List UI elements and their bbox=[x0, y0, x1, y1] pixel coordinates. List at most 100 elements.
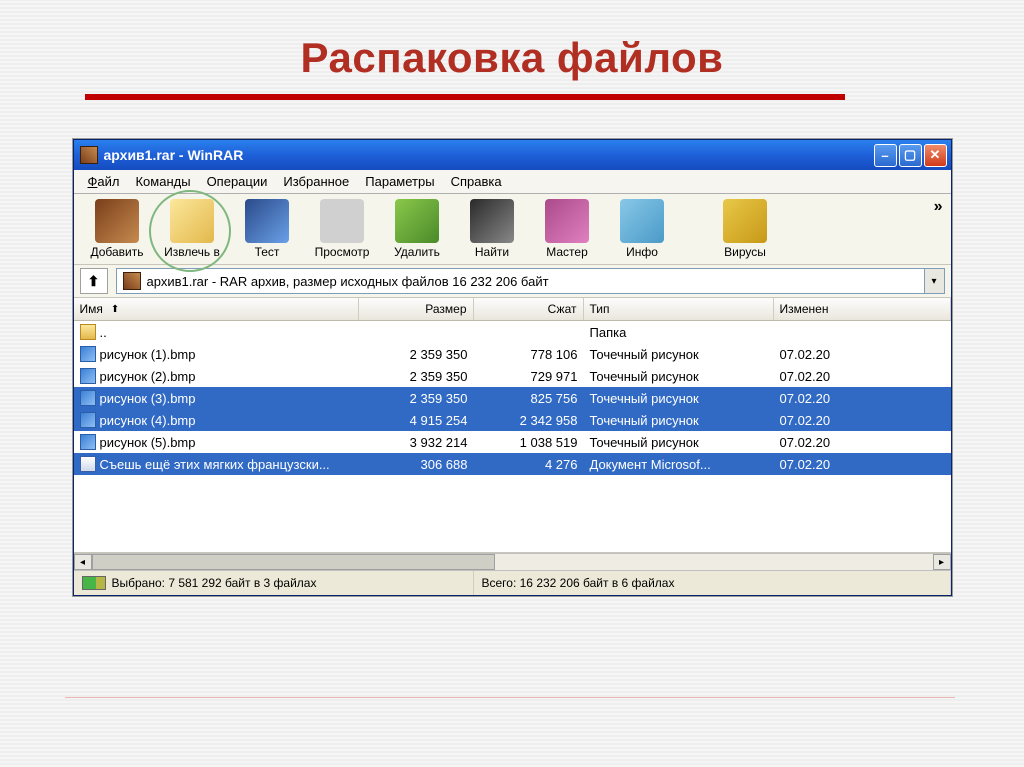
col-type[interactable]: Тип bbox=[584, 298, 774, 320]
maximize-button[interactable]: ▢ bbox=[899, 144, 922, 167]
toolbar-test-label: Тест bbox=[230, 245, 305, 259]
toolbar-add[interactable]: Добавить bbox=[80, 197, 155, 261]
menu-operations[interactable]: Операции bbox=[199, 171, 276, 192]
view-icon bbox=[320, 199, 364, 243]
toolbar-virus-label: Вирусы bbox=[708, 245, 783, 259]
toolbar-delete[interactable]: Удалить bbox=[380, 197, 455, 261]
menu-favorites-label: Избранное bbox=[283, 174, 349, 189]
sort-indicator-icon: ⬆ bbox=[111, 304, 119, 315]
scroll-track[interactable] bbox=[92, 554, 933, 570]
file-date: 07.02.20 bbox=[774, 413, 951, 428]
scroll-thumb[interactable] bbox=[92, 554, 496, 570]
col-name[interactable]: Имя ⬆ bbox=[74, 298, 359, 320]
toolbar: Добавить Извлечь в Тест Просмотр Удалить… bbox=[74, 194, 951, 265]
archive-icon bbox=[123, 272, 141, 290]
table-row[interactable]: рисунок (3).bmp 2 359 350825 756Точечный … bbox=[74, 387, 951, 409]
statusbar: Выбрано: 7 581 292 байт в 3 файлах Всего… bbox=[74, 571, 951, 595]
file-packed: 4 276 bbox=[474, 457, 584, 472]
table-row[interactable]: ..Папка bbox=[74, 321, 951, 343]
table-row[interactable]: рисунок (1).bmp 2 359 350778 106Точечный … bbox=[74, 343, 951, 365]
file-name: рисунок (1).bmp bbox=[100, 347, 196, 362]
file-name: рисунок (3).bmp bbox=[100, 391, 196, 406]
toolbar-extract[interactable]: Извлечь в bbox=[155, 197, 230, 261]
virus-icon bbox=[723, 199, 767, 243]
menu-commands[interactable]: Команды bbox=[127, 171, 198, 192]
toolbar-wizard-label: Мастер bbox=[530, 245, 605, 259]
scroll-right-button[interactable]: ▸ bbox=[933, 554, 951, 570]
file-date: 07.02.20 bbox=[774, 369, 951, 384]
col-name-label: Имя bbox=[80, 302, 103, 316]
file-date: 07.02.20 bbox=[774, 457, 951, 472]
menu-help[interactable]: Справка bbox=[443, 171, 510, 192]
table-row[interactable]: рисунок (2).bmp2 359 350729 971Точечный … bbox=[74, 365, 951, 387]
file-icon bbox=[80, 324, 96, 340]
find-icon bbox=[470, 199, 514, 243]
file-list[interactable]: ..Папкарисунок (1).bmp2 359 350778 106То… bbox=[74, 321, 951, 553]
file-packed: 2 342 958 bbox=[474, 413, 584, 428]
file-type: Точечный рисунок bbox=[584, 413, 774, 428]
minimize-button[interactable]: – bbox=[874, 144, 897, 167]
table-row[interactable]: рисунок (5).bmp 3 932 2141 038 519Точечны… bbox=[74, 431, 951, 453]
menu-favorites[interactable]: Избранное bbox=[275, 171, 357, 192]
file-icon bbox=[80, 368, 96, 384]
window-frame: архив1.rar - WinRAR – ▢ ✕ Файл Команды О… bbox=[72, 138, 953, 597]
toolbar-overflow[interactable]: » bbox=[934, 198, 943, 216]
path-dropdown[interactable]: ▾ bbox=[925, 268, 945, 294]
path-field[interactable]: архив1.rar - RAR архив, размер исходных … bbox=[116, 268, 925, 294]
file-size: 2 359 350 bbox=[359, 369, 474, 384]
menu-options[interactable]: Параметры bbox=[357, 171, 442, 192]
extract-icon bbox=[170, 199, 214, 243]
toolbar-add-label: Добавить bbox=[80, 245, 155, 259]
col-size[interactable]: Размер bbox=[359, 298, 474, 320]
up-button[interactable]: ⬆ bbox=[80, 268, 108, 294]
file-packed: 1 038 519 bbox=[474, 435, 584, 450]
col-packed[interactable]: Сжат bbox=[474, 298, 584, 320]
file-type: Папка bbox=[584, 325, 774, 340]
toolbar-find[interactable]: Найти bbox=[455, 197, 530, 261]
toolbar-find-label: Найти bbox=[455, 245, 530, 259]
table-row[interactable]: Съешь ещё этих мягких французски...306 6… bbox=[74, 453, 951, 475]
menu-commands-label: Команды bbox=[135, 174, 190, 189]
file-packed: 825 756 bbox=[474, 391, 584, 406]
divider bbox=[85, 94, 845, 100]
slide-title: Распаковка файлов bbox=[0, 0, 1024, 94]
col-date[interactable]: Изменен bbox=[774, 298, 951, 320]
file-icon bbox=[80, 434, 96, 450]
horizontal-scrollbar[interactable]: ◂ ▸ bbox=[74, 553, 951, 571]
file-packed: 729 971 bbox=[474, 369, 584, 384]
wizard-icon bbox=[545, 199, 589, 243]
toolbar-test[interactable]: Тест bbox=[230, 197, 305, 261]
delete-icon bbox=[395, 199, 439, 243]
file-type: Точечный рисунок bbox=[584, 391, 774, 406]
menu-help-label: Справка bbox=[451, 174, 502, 189]
menubar: Файл Команды Операции Избранное Параметр… bbox=[74, 170, 951, 194]
file-name: Съешь ещё этих мягких французски... bbox=[100, 457, 330, 472]
file-size: 3 932 214 bbox=[359, 435, 474, 450]
toolbar-info[interactable]: Инфо bbox=[605, 197, 680, 261]
file-size: 2 359 350 bbox=[359, 391, 474, 406]
info-icon bbox=[620, 199, 664, 243]
toolbar-view[interactable]: Просмотр bbox=[305, 197, 380, 261]
file-size: 4 915 254 bbox=[359, 413, 474, 428]
winrar-window: архив1.rar - WinRAR – ▢ ✕ Файл Команды О… bbox=[73, 139, 952, 596]
divider-thin bbox=[65, 697, 955, 698]
file-date: 07.02.20 bbox=[774, 347, 951, 362]
file-date: 07.02.20 bbox=[774, 391, 951, 406]
file-type: Точечный рисунок bbox=[584, 347, 774, 362]
file-size: 2 359 350 bbox=[359, 347, 474, 362]
file-name: рисунок (5).bmp bbox=[100, 435, 196, 450]
menu-file[interactable]: Файл bbox=[80, 171, 128, 192]
status-selected-text: Выбрано: 7 581 292 байт в 3 файлах bbox=[112, 576, 317, 590]
toolbar-wizard[interactable]: Мастер bbox=[530, 197, 605, 261]
app-icon bbox=[80, 146, 98, 164]
titlebar[interactable]: архив1.rar - WinRAR – ▢ ✕ bbox=[74, 140, 951, 170]
file-name: рисунок (2).bmp bbox=[100, 369, 196, 384]
file-packed: 778 106 bbox=[474, 347, 584, 362]
file-type: Точечный рисунок bbox=[584, 435, 774, 450]
table-row[interactable]: рисунок (4).bmp4 915 2542 342 958Точечны… bbox=[74, 409, 951, 431]
toolbar-virus[interactable]: Вирусы bbox=[708, 197, 783, 261]
close-button[interactable]: ✕ bbox=[924, 144, 947, 167]
file-icon bbox=[80, 390, 96, 406]
scroll-left-button[interactable]: ◂ bbox=[74, 554, 92, 570]
status-icon bbox=[82, 576, 106, 590]
